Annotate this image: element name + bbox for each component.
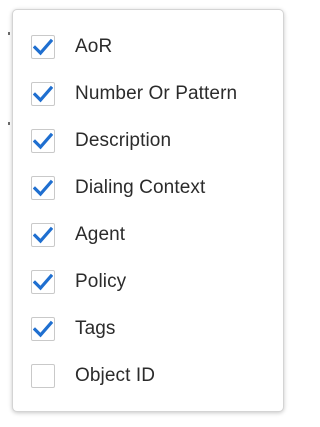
option-object-id[interactable]: Object ID	[31, 356, 281, 396]
option-label: Tags	[75, 318, 116, 339]
checkmark-icon	[33, 132, 53, 150]
option-label: Policy	[75, 271, 127, 292]
option-label: Object ID	[75, 365, 156, 386]
checkmark-icon	[33, 85, 53, 103]
option-agent[interactable]: Agent	[31, 215, 281, 255]
option-aor[interactable]: AoR	[31, 27, 281, 67]
option-description[interactable]: Description	[31, 121, 281, 161]
checkmark-icon	[33, 226, 53, 244]
number-or-pattern-checkbox[interactable]	[31, 82, 55, 106]
screen: AoR Number Or Pattern Description Dialin…	[0, 0, 290, 427]
option-label: Dialing Context	[75, 177, 206, 198]
option-label: AoR	[75, 36, 113, 57]
option-label: Agent	[75, 224, 126, 245]
option-tags[interactable]: Tags	[31, 309, 281, 349]
dialing-context-checkbox[interactable]	[31, 176, 55, 200]
checkmark-icon	[33, 273, 53, 291]
agent-checkbox[interactable]	[31, 223, 55, 247]
option-number-or-pattern[interactable]: Number Or Pattern	[31, 74, 281, 114]
policy-checkbox[interactable]	[31, 270, 55, 294]
column-chooser-menu: AoR Number Or Pattern Description Dialin…	[12, 9, 284, 412]
option-dialing-context[interactable]: Dialing Context	[31, 168, 281, 208]
checkmark-icon	[33, 38, 53, 56]
background-mark	[8, 122, 10, 125]
aor-checkbox[interactable]	[31, 35, 55, 59]
option-label: Number Or Pattern	[75, 83, 238, 104]
checkmark-icon	[33, 179, 53, 197]
tags-checkbox[interactable]	[31, 317, 55, 341]
object-id-checkbox[interactable]	[31, 364, 55, 388]
option-label: Description	[75, 130, 172, 151]
background-mark	[8, 32, 10, 35]
option-policy[interactable]: Policy	[31, 262, 281, 302]
description-checkbox[interactable]	[31, 129, 55, 153]
checkmark-icon	[33, 320, 53, 338]
